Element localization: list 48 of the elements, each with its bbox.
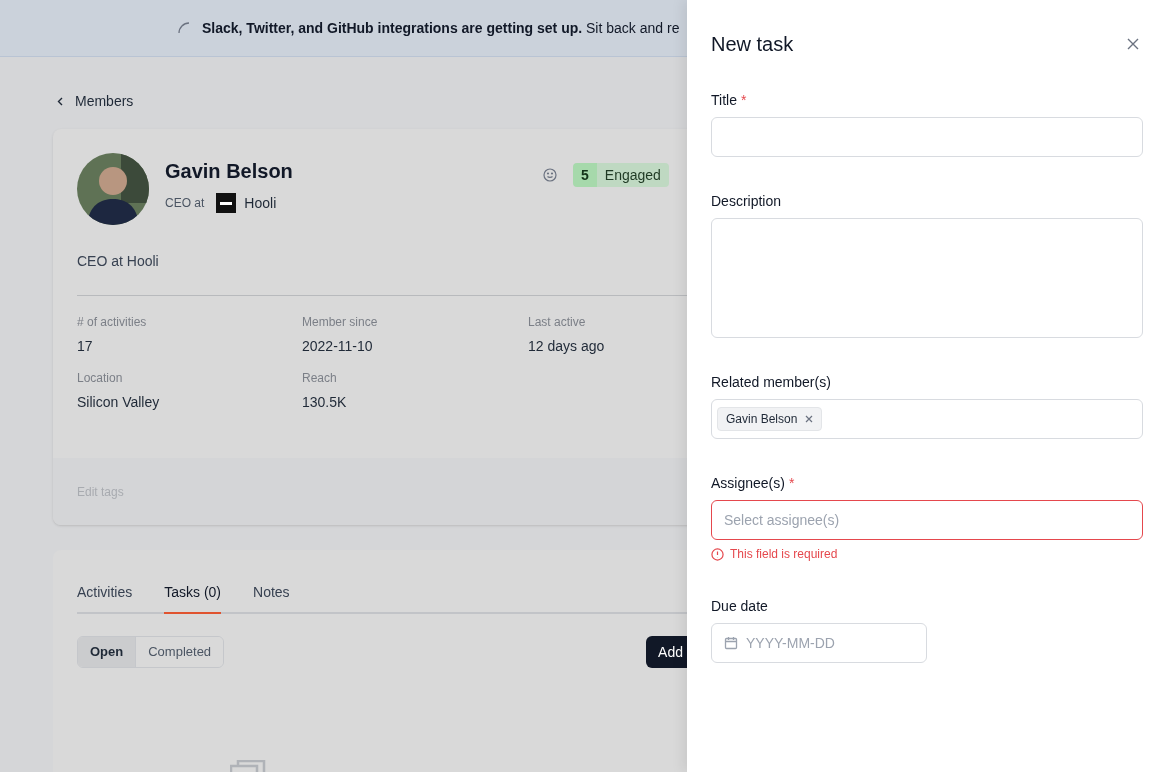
member-name: Gavin Belson (165, 159, 294, 184)
calendar-icon (724, 636, 738, 650)
stat-label: Last active (528, 314, 587, 330)
stat-value: 12 days ago (528, 337, 606, 356)
field-label: Related member(s) (711, 373, 831, 392)
stat-label: Member since (302, 314, 379, 330)
company-logo (216, 193, 237, 213)
stat-value: 130.5K (302, 393, 348, 412)
drawer-title: New task (711, 32, 794, 57)
stat-value: 17 (77, 337, 94, 356)
back-link[interactable]: Members (53, 91, 687, 111)
text-field[interactable]: Select assignee(s) (711, 500, 1143, 540)
required-asterisk: * (788, 474, 795, 493)
member-bio: CEO at Hooli (77, 252, 160, 271)
error-message: This field is required (730, 546, 838, 562)
banner-text: Slack, Twitter, and GitHub integrations are getting set up. Sit back and re (202, 19, 680, 38)
members-field[interactable]: Gavin Belson (711, 399, 1143, 439)
stat-label: Reach (302, 370, 338, 386)
field-label: Description (711, 192, 782, 211)
description-field[interactable] (711, 218, 1143, 338)
field-label: Title (711, 91, 737, 110)
empty-state-icon (230, 760, 266, 772)
chevron-left-icon (57, 96, 63, 106)
stat-label: Location (77, 370, 124, 386)
smiley-icon (543, 168, 557, 182)
add-task-button[interactable]: Add (646, 636, 687, 668)
filter-toggle[interactable]: Open (78, 637, 136, 667)
field-label: Due date (711, 597, 768, 616)
required-asterisk: * (740, 91, 747, 110)
stat-value: 2022-11-10 (302, 337, 374, 356)
date-field[interactable]: YYYY-MM-DD (711, 623, 927, 663)
tab[interactable]: Notes (253, 582, 290, 614)
company-name: Hooli (244, 194, 277, 213)
spinner-icon (178, 22, 190, 34)
remove-icon[interactable] (805, 415, 814, 423)
role-text: CEO at (165, 195, 205, 211)
error-icon (711, 547, 724, 561)
close-icon[interactable] (1127, 38, 1139, 50)
member-chip: Gavin Belson (717, 407, 823, 431)
date-input[interactable]: YYYY-MM-DD (746, 633, 914, 653)
field-label: Assignee(s) (711, 474, 785, 493)
tab[interactable]: Tasks (0) (164, 582, 222, 614)
tab[interactable]: Activities (77, 582, 133, 614)
filter-toggle[interactable]: Completed (135, 637, 224, 667)
stat-value: Silicon Valley (77, 393, 161, 412)
engagement-score: 5 (573, 163, 597, 187)
stat-label: # of activities (77, 314, 148, 330)
engagement-label: Engaged (596, 163, 669, 187)
